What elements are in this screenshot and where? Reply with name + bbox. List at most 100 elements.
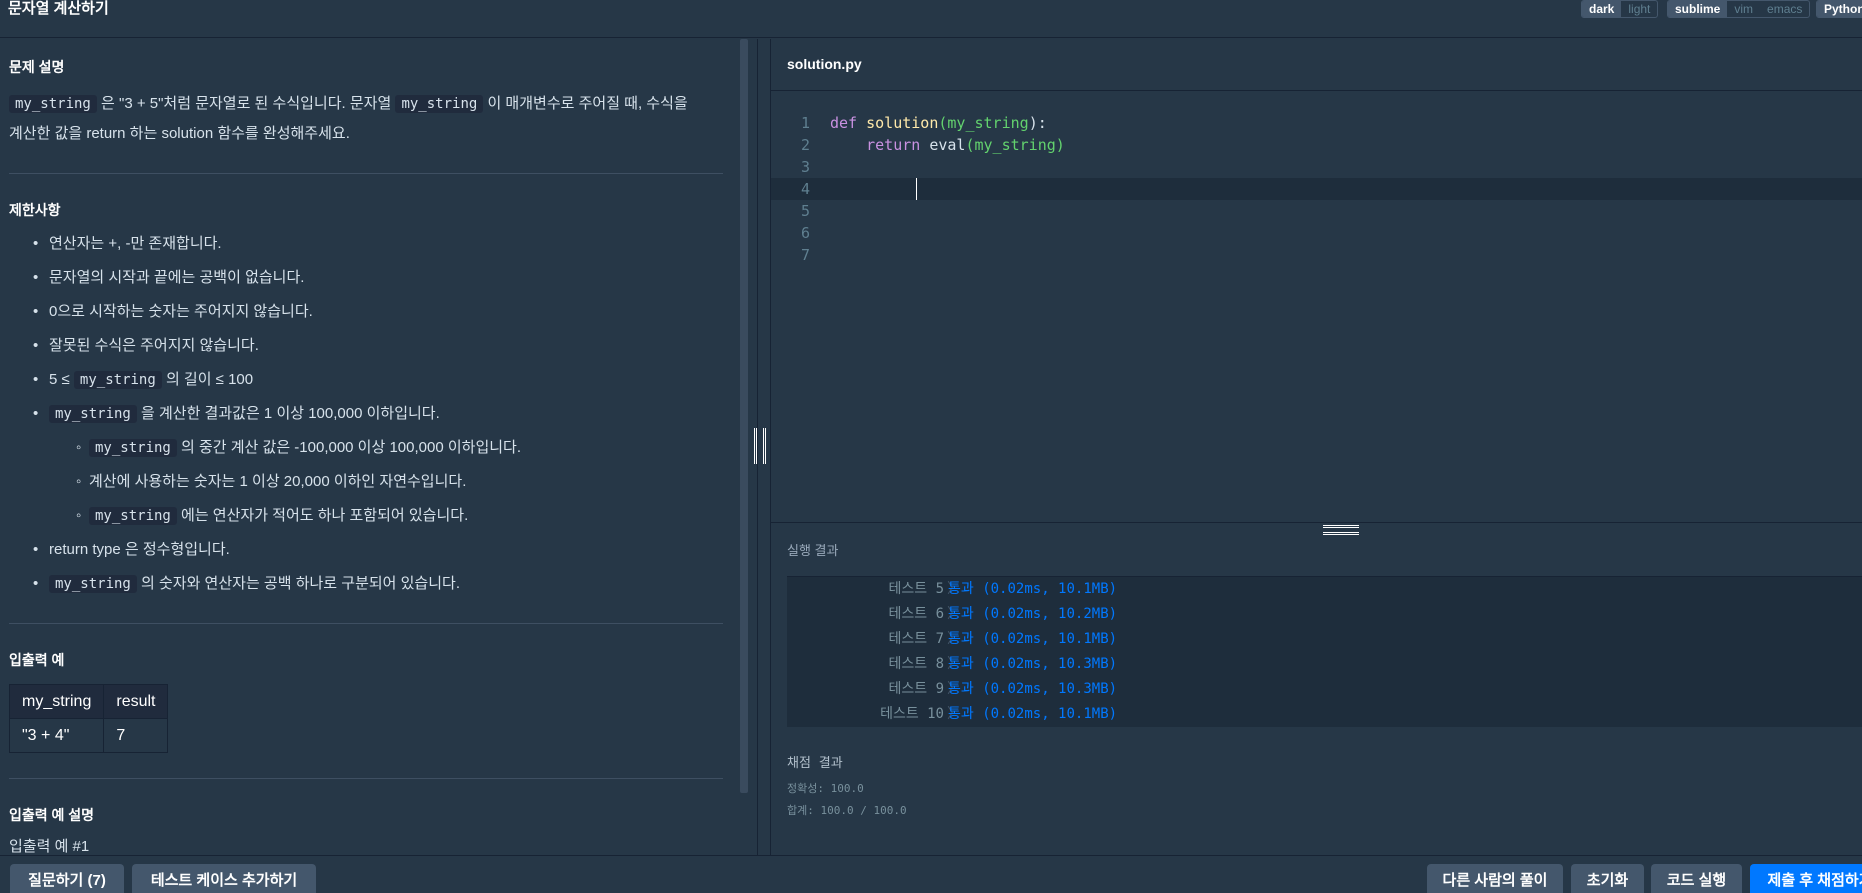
run-code-button[interactable]: 코드 실행 xyxy=(1651,864,1742,893)
inline-code: my_string xyxy=(9,95,97,113)
horizontal-splitter[interactable] xyxy=(771,522,1862,532)
code-line[interactable]: 7 xyxy=(771,244,1862,266)
test-result-row: 테스트 7 〉 통과 (0.02ms, 10.1MB) xyxy=(787,627,1862,652)
code-line[interactable]: 6 xyxy=(771,222,1862,244)
constraint-item: 문자열의 시작과 끝에는 공백이 없습니다. xyxy=(9,268,731,288)
results-output: 테스트 5 〉 통과 (0.02ms, 10.1MB) 테스트 6 〉 통과 (… xyxy=(787,576,1862,727)
theme-option-light[interactable]: light xyxy=(1621,1,1657,17)
table-header: my_string xyxy=(8,684,105,719)
line-number: 4 xyxy=(800,180,810,198)
inline-code: my_string xyxy=(49,575,137,593)
bottom-bar: 질문하기 (7) 테스트 케이스 추가하기 다른 사람의 풀이 초기화 코드 실… xyxy=(0,855,1862,893)
test-value: 통과 (0.02ms, 10.2MB) xyxy=(948,606,1118,622)
code-line-active[interactable]: 4 xyxy=(771,178,1862,200)
io-desc-title: 입출력 예 설명 xyxy=(9,807,95,823)
divider xyxy=(9,778,723,779)
score-accuracy: 정확성: 100.0 xyxy=(787,782,864,795)
table-header-row: my_string result xyxy=(8,684,169,719)
test-label: 테스트 5 xyxy=(888,581,945,597)
test-value: 통과 (0.02ms, 10.1MB) xyxy=(948,581,1118,597)
sub-constraint-item: my_string 에는 연산자가 적어도 하나 포함되어 있습니다. xyxy=(9,506,731,526)
constraints-title: 제한사항 xyxy=(9,202,61,218)
constraint-item: 잘못된 수식은 주어지지 않습니다. xyxy=(9,336,731,356)
problem-panel: 문제 설명 my_string 은 "3 + 5"처럼 문자열로 된 수식입니다… xyxy=(0,39,740,855)
inline-code: my_string xyxy=(395,95,484,113)
description-text: my_string 은 "3 + 5"처럼 문자열로 된 수식입니다. 문자열 … xyxy=(9,95,688,142)
page-title: 문자열 계산하기 xyxy=(8,0,109,17)
vertical-resize-handle-icon[interactable] xyxy=(754,428,766,464)
constraints-list: 연산자는 +, -만 존재합니다. 문자열의 시작과 끝에는 공백이 없습니다.… xyxy=(9,234,731,594)
test-label: 테스트 9 xyxy=(888,681,945,697)
constraint-item: 0으로 시작하는 숫자는 주어지지 않습니다. xyxy=(9,302,731,322)
code-line[interactable]: 1 def solution(my_string): xyxy=(771,112,1862,134)
code-line[interactable]: 3 xyxy=(771,156,1862,178)
constraint-item: 5 ≤ my_string 의 길이 ≤ 100 xyxy=(9,370,731,390)
test-result-row: 테스트 10 〉 통과 (0.02ms, 10.1MB) xyxy=(787,702,1862,727)
problem-scrollbar[interactable] xyxy=(740,39,748,793)
line-number: 7 xyxy=(800,246,810,264)
test-label: 테스트 7 xyxy=(888,631,945,647)
ask-question-button[interactable]: 질문하기 (7) xyxy=(10,864,124,893)
horizontal-resize-handle-icon[interactable] xyxy=(1323,525,1359,535)
submit-button[interactable]: 제출 후 채점하기 xyxy=(1750,864,1862,893)
test-result-row: 테스트 9 〉 통과 (0.02ms, 10.3MB) xyxy=(787,677,1862,702)
inline-code: my_string xyxy=(49,405,137,423)
language-selected[interactable]: Python xyxy=(1817,1,1862,17)
editor-filename: solution.py xyxy=(787,56,862,72)
line-number: 2 xyxy=(800,136,810,154)
keymap-option-sublime[interactable]: sublime xyxy=(1668,1,1728,17)
io-desc-subtitle: 입출력 예 #1 xyxy=(9,838,90,855)
text-cursor xyxy=(916,178,917,200)
sub-constraints-list: my_string 의 중간 계산 값은 -100,000 이상 100,000… xyxy=(9,438,731,526)
keymap-option-emacs[interactable]: emacs xyxy=(1760,1,1809,17)
language-select[interactable]: Python xyxy=(1816,0,1862,18)
code-text[interactable]: return eval(my_string) xyxy=(830,134,1065,156)
constraint-item: my_string 을 계산한 결과값은 1 이상 100,000 이하입니다.… xyxy=(9,404,731,526)
line-number: 3 xyxy=(800,158,810,176)
table-cell: 7 xyxy=(103,718,169,753)
divider xyxy=(9,623,723,624)
code-line[interactable]: 2 return eval(my_string) xyxy=(771,134,1862,156)
io-title: 입출력 예 xyxy=(9,652,65,668)
reset-button[interactable]: 초기화 xyxy=(1571,864,1644,893)
table-cell: "3 + 4" xyxy=(8,718,105,753)
table-header: result xyxy=(103,684,169,719)
inline-code: my_string xyxy=(89,439,177,457)
io-table: my_string result "3 + 4" 7 xyxy=(8,684,169,753)
code-text[interactable]: def solution(my_string): xyxy=(830,112,1047,134)
test-value: 통과 (0.02ms, 10.1MB) xyxy=(948,631,1118,647)
inline-code: my_string xyxy=(73,371,162,389)
others-solutions-button[interactable]: 다른 사람의 풀이 xyxy=(1427,864,1563,893)
sub-constraint-item: my_string 의 중간 계산 값은 -100,000 이상 100,000… xyxy=(9,438,731,458)
keymap-toggle[interactable]: sublime vim emacs xyxy=(1667,0,1811,18)
code-editor[interactable]: 1 def solution(my_string): 2 return eval… xyxy=(771,92,1862,522)
score-total: 합계: 100.0 / 100.0 xyxy=(787,804,907,817)
editor-header: solution.py xyxy=(771,39,1862,91)
test-result-row: 테스트 8 〉 통과 (0.02ms, 10.3MB) xyxy=(787,652,1862,677)
description-title: 문제 설명 xyxy=(9,59,65,75)
inline-code: my_string xyxy=(89,507,177,525)
top-bar: 문자열 계산하기 dark light sublime vim emacs Py… xyxy=(0,0,1862,38)
sub-constraint-item: 계산에 사용하는 숫자는 1 이상 20,000 이하인 자연수입니다. xyxy=(9,472,731,492)
keymap-option-vim[interactable]: vim xyxy=(1727,1,1760,17)
line-number: 6 xyxy=(800,224,810,242)
test-result-row: 테스트 6 〉 통과 (0.02ms, 10.2MB) xyxy=(787,602,1862,627)
table-row: "3 + 4" 7 xyxy=(8,718,169,753)
score-title: 채점 결과 xyxy=(787,756,843,771)
add-test-case-button[interactable]: 테스트 케이스 추가하기 xyxy=(132,864,316,893)
test-value: 통과 (0.02ms, 10.1MB) xyxy=(948,706,1118,722)
test-label: 테스트 6 xyxy=(888,606,945,622)
theme-option-dark[interactable]: dark xyxy=(1582,1,1622,17)
test-label: 테스트 10 xyxy=(880,706,944,722)
theme-toggle[interactable]: dark light xyxy=(1581,0,1659,18)
test-value: 통과 (0.02ms, 10.3MB) xyxy=(948,656,1118,672)
divider xyxy=(9,173,723,174)
constraint-item: 연산자는 +, -만 존재합니다. xyxy=(9,234,731,254)
line-number: 5 xyxy=(800,202,810,220)
code-line[interactable]: 5 xyxy=(771,200,1862,222)
test-value: 통과 (0.02ms, 10.3MB) xyxy=(948,681,1118,697)
constraint-item: return type 은 정수형입니다. xyxy=(9,540,731,560)
constraint-item: my_string 의 숫자와 연산자는 공백 하나로 구분되어 있습니다. xyxy=(9,574,731,594)
line-number: 1 xyxy=(800,114,810,132)
results-title: 실행 결과 xyxy=(787,543,839,558)
